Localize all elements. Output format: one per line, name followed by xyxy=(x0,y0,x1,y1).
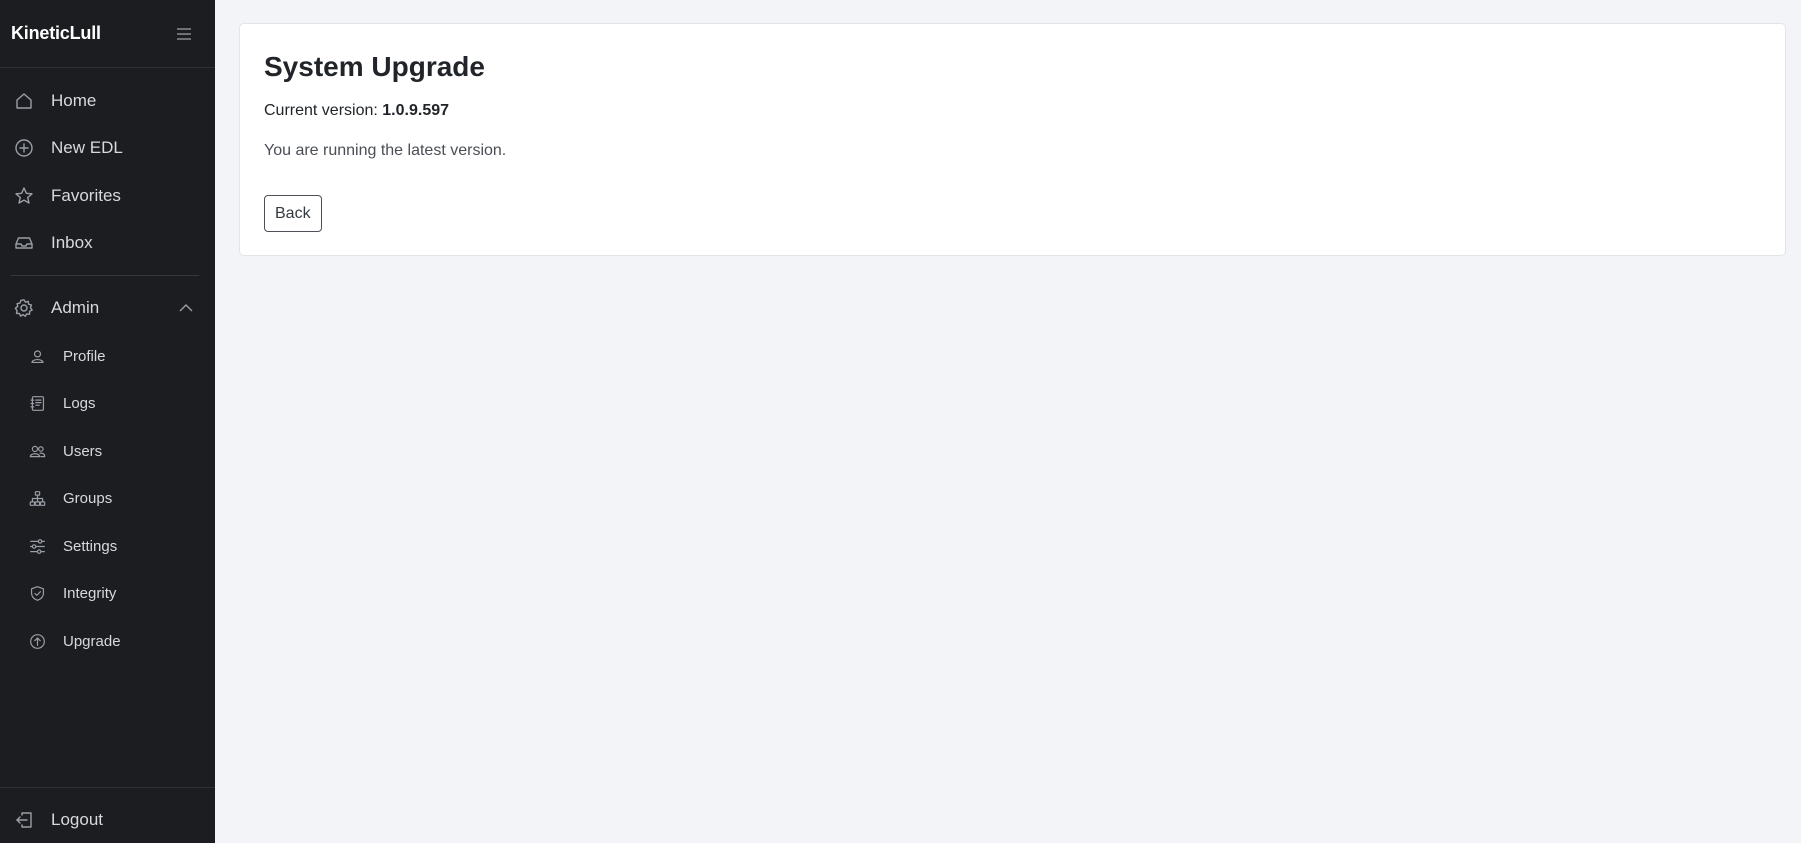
box-arrow-left-icon xyxy=(13,809,35,831)
sidebar-item-integrity[interactable]: Integrity xyxy=(0,573,215,613)
people-icon xyxy=(26,440,48,462)
current-version-value: 1.0.9.597 xyxy=(382,102,450,119)
journal-icon xyxy=(26,392,48,414)
sidebar-item-label: Profile xyxy=(63,347,106,365)
sidebar-item-logs[interactable]: Logs xyxy=(0,383,215,423)
sidebar-item-label: Inbox xyxy=(51,233,93,252)
status-message: You are running the latest version. xyxy=(264,142,507,159)
inbox-icon xyxy=(13,232,35,254)
brand-logo[interactable]: KineticLull xyxy=(11,23,101,44)
sidebar-item-label: New EDL xyxy=(51,138,123,157)
sidebar-item-users[interactable]: Users xyxy=(0,431,215,471)
current-version-label: Current version: xyxy=(264,102,378,119)
current-version-line: Current version: 1.0.9.597 xyxy=(264,102,449,120)
sidebar-item-upgrade[interactable]: Upgrade xyxy=(0,621,215,661)
shield-check-icon xyxy=(26,582,48,604)
person-icon xyxy=(26,345,48,367)
sidebar-item-groups[interactable]: Groups xyxy=(0,478,215,518)
sidebar-header: KineticLull xyxy=(0,0,215,68)
menu-toggle-icon[interactable] xyxy=(177,27,191,40)
sidebar-item-label: Home xyxy=(51,91,97,110)
sidebar-item-label: Settings xyxy=(63,537,118,555)
home-icon xyxy=(13,90,35,112)
sidebar-item-settings[interactable]: Settings xyxy=(0,526,215,566)
sidebar-divider xyxy=(11,275,199,276)
sidebar-item-admin[interactable]: Admin xyxy=(0,288,215,328)
sidebar-item-profile[interactable]: Profile xyxy=(0,336,215,376)
sidebar-item-inbox[interactable]: Inbox xyxy=(0,223,215,263)
page-title: System Upgrade xyxy=(264,51,485,82)
arrow-up-circle-icon xyxy=(26,630,48,652)
sidebar-item-label: Upgrade xyxy=(63,632,121,650)
sidebar: KineticLull Home New EDL Favorites Inbox xyxy=(0,0,215,843)
sidebar-item-label: Groups xyxy=(63,489,113,507)
chevron-up-icon[interactable] xyxy=(178,300,194,316)
sidebar-item-label: Integrity xyxy=(63,584,117,602)
diagram-icon xyxy=(26,487,48,509)
sidebar-footer-divider xyxy=(0,787,215,788)
logout-label: Logout xyxy=(51,810,103,829)
sidebar-item-favorites[interactable]: Favorites xyxy=(0,176,215,216)
logout-button[interactable]: Logout xyxy=(0,800,215,840)
sidebar-item-new-edl[interactable]: New EDL xyxy=(0,128,215,168)
plus-circle-icon xyxy=(13,137,35,159)
upgrade-card: System Upgrade Current version: 1.0.9.59… xyxy=(239,23,1786,256)
back-button[interactable]: Back xyxy=(264,195,322,232)
star-icon xyxy=(13,185,35,207)
sidebar-item-label: Users xyxy=(63,442,103,460)
sidebar-item-label: Logs xyxy=(63,394,96,412)
sliders-icon xyxy=(26,535,48,557)
sidebar-item-label: Favorites xyxy=(51,186,121,205)
sidebar-item-home[interactable]: Home xyxy=(0,81,215,121)
sidebar-item-label: Admin xyxy=(51,298,100,317)
gear-icon xyxy=(13,297,35,319)
